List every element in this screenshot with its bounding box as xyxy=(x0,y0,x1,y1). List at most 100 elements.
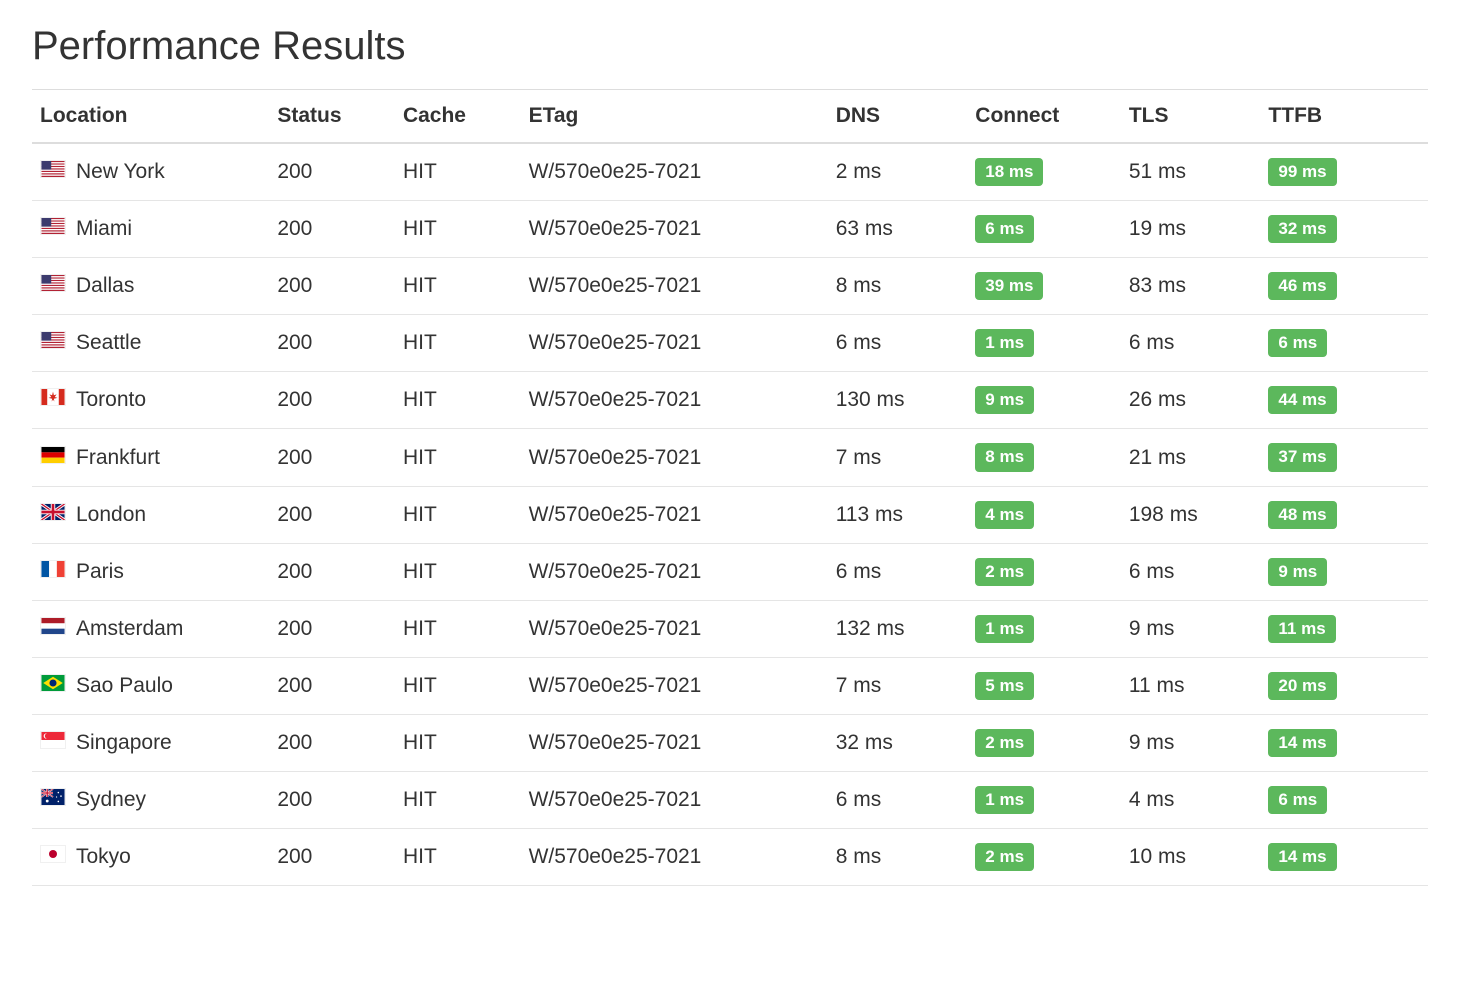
flag-nl-icon xyxy=(40,617,66,641)
ttfb-badge: 37 ms xyxy=(1268,443,1336,471)
status-value: 200 xyxy=(269,486,395,543)
table-row: London200HITW/570e0e25-7021113 ms4 ms198… xyxy=(32,486,1428,543)
etag-value: W/570e0e25-7021 xyxy=(521,429,828,486)
ttfb-badge: 6 ms xyxy=(1268,329,1327,357)
table-row: Paris200HITW/570e0e25-70216 ms2 ms6 ms9 … xyxy=(32,543,1428,600)
location-name: Miami xyxy=(76,217,132,241)
table-header-row: Location Status Cache ETag DNS Connect T… xyxy=(32,90,1428,144)
etag-value: W/570e0e25-7021 xyxy=(521,600,828,657)
dns-value: 113 ms xyxy=(828,486,968,543)
flag-fr-icon xyxy=(40,560,66,584)
col-etag[interactable]: ETag xyxy=(521,90,828,144)
cache-value: HIT xyxy=(395,143,521,201)
dns-value: 130 ms xyxy=(828,372,968,429)
table-row: Miami200HITW/570e0e25-702163 ms6 ms19 ms… xyxy=(32,201,1428,258)
connect-badge: 1 ms xyxy=(975,615,1034,643)
dns-value: 6 ms xyxy=(828,315,968,372)
etag-value: W/570e0e25-7021 xyxy=(521,543,828,600)
col-tls[interactable]: TLS xyxy=(1121,90,1261,144)
cache-value: HIT xyxy=(395,258,521,315)
tls-value: 11 ms xyxy=(1121,657,1261,714)
cache-value: HIT xyxy=(395,829,521,886)
location-name: Paris xyxy=(76,560,124,584)
table-row: Tokyo200HITW/570e0e25-70218 ms2 ms10 ms1… xyxy=(32,829,1428,886)
cache-value: HIT xyxy=(395,486,521,543)
tls-value: 198 ms xyxy=(1121,486,1261,543)
dns-value: 8 ms xyxy=(828,829,968,886)
dns-value: 2 ms xyxy=(828,143,968,201)
cache-value: HIT xyxy=(395,372,521,429)
dns-value: 32 ms xyxy=(828,714,968,771)
ttfb-badge: 32 ms xyxy=(1268,215,1336,243)
flag-sg-icon xyxy=(40,731,66,755)
ttfb-badge: 44 ms xyxy=(1268,386,1336,414)
location-name: Sao Paulo xyxy=(76,674,173,698)
ttfb-badge: 20 ms xyxy=(1268,672,1336,700)
status-value: 200 xyxy=(269,772,395,829)
etag-value: W/570e0e25-7021 xyxy=(521,201,828,258)
location-name: Frankfurt xyxy=(76,446,160,470)
results-table: Location Status Cache ETag DNS Connect T… xyxy=(32,89,1428,886)
ttfb-badge: 14 ms xyxy=(1268,729,1336,757)
cache-value: HIT xyxy=(395,657,521,714)
table-row: Sao Paulo200HITW/570e0e25-70217 ms5 ms11… xyxy=(32,657,1428,714)
connect-badge: 9 ms xyxy=(975,386,1034,414)
table-row: Toronto 200HITW/570e0e25-7021130 ms9 ms 26… xyxy=(32,372,1428,429)
status-value: 200 xyxy=(269,829,395,886)
status-value: 200 xyxy=(269,143,395,201)
tls-value: 9 ms xyxy=(1121,714,1261,771)
connect-badge: 1 ms xyxy=(975,329,1034,357)
col-status[interactable]: Status xyxy=(269,90,395,144)
connect-badge: 5 ms xyxy=(975,672,1034,700)
connect-badge: 2 ms xyxy=(975,843,1034,871)
tls-value: 83 ms xyxy=(1121,258,1261,315)
etag-value: W/570e0e25-7021 xyxy=(521,258,828,315)
tls-value: 4 ms xyxy=(1121,772,1261,829)
connect-badge: 2 ms xyxy=(975,558,1034,586)
flag-gb-icon xyxy=(40,503,66,527)
location-name: Toronto xyxy=(76,388,146,412)
etag-value: W/570e0e25-7021 xyxy=(521,714,828,771)
table-row: Seattle200HITW/570e0e25-70216 ms1 ms6 ms… xyxy=(32,315,1428,372)
table-row: Singapore200HITW/570e0e25-702132 ms2 ms9… xyxy=(32,714,1428,771)
tls-value: 6 ms xyxy=(1121,315,1261,372)
tls-value: 21 ms xyxy=(1121,429,1261,486)
col-dns[interactable]: DNS xyxy=(828,90,968,144)
etag-value: W/570e0e25-7021 xyxy=(521,315,828,372)
location-name: Amsterdam xyxy=(76,617,183,641)
tls-value: 51 ms xyxy=(1121,143,1261,201)
location-name: Sydney xyxy=(76,788,146,812)
cache-value: HIT xyxy=(395,543,521,600)
col-ttfb[interactable]: TTFB xyxy=(1260,90,1428,144)
col-location[interactable]: Location xyxy=(32,90,269,144)
status-value: 200 xyxy=(269,429,395,486)
etag-value: W/570e0e25-7021 xyxy=(521,372,828,429)
connect-badge: 6 ms xyxy=(975,215,1034,243)
etag-value: W/570e0e25-7021 xyxy=(521,829,828,886)
cache-value: HIT xyxy=(395,429,521,486)
status-value: 200 xyxy=(269,657,395,714)
flag-ca-icon xyxy=(40,388,66,412)
dns-value: 6 ms xyxy=(828,772,968,829)
status-value: 200 xyxy=(269,315,395,372)
cache-value: HIT xyxy=(395,600,521,657)
col-connect[interactable]: Connect xyxy=(967,90,1121,144)
table-row: New York200HITW/570e0e25-70212 ms18 ms51… xyxy=(32,143,1428,201)
ttfb-badge: 11 ms xyxy=(1268,615,1335,643)
etag-value: W/570e0e25-7021 xyxy=(521,143,828,201)
location-name: Singapore xyxy=(76,731,172,755)
ttfb-badge: 9 ms xyxy=(1268,558,1327,586)
connect-badge: 39 ms xyxy=(975,272,1043,300)
cache-value: HIT xyxy=(395,201,521,258)
table-row: Frankfurt200HITW/570e0e25-70217 ms8 ms21… xyxy=(32,429,1428,486)
flag-au-icon xyxy=(40,788,66,812)
tls-value: 10 ms xyxy=(1121,829,1261,886)
ttfb-badge: 6 ms xyxy=(1268,786,1327,814)
col-cache[interactable]: Cache xyxy=(395,90,521,144)
dns-value: 7 ms xyxy=(828,429,968,486)
status-value: 200 xyxy=(269,372,395,429)
flag-jp-icon xyxy=(40,845,66,869)
table-row: Amsterdam200HITW/570e0e25-7021132 ms1 ms… xyxy=(32,600,1428,657)
tls-value: 26 ms xyxy=(1121,372,1261,429)
location-name: Seattle xyxy=(76,331,141,355)
